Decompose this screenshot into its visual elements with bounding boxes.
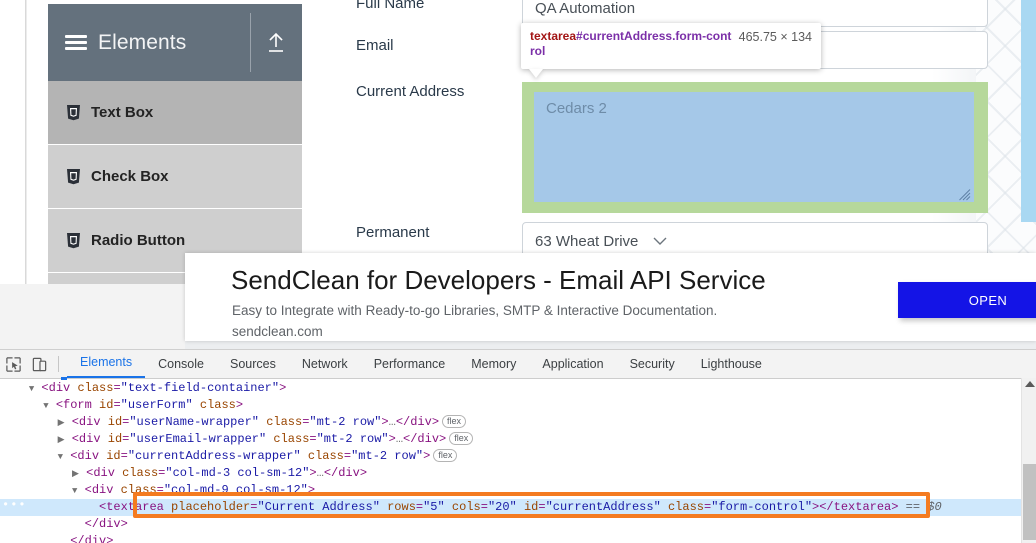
chevron-down-icon (652, 234, 668, 249)
twisty-icon[interactable]: ▶ (58, 435, 65, 445)
scrollbar-thumb[interactable] (1023, 464, 1036, 540)
sidebar-item-label: Check Box (91, 168, 169, 185)
nav-header-divider (250, 13, 251, 72)
tab-memory[interactable]: Memory (458, 351, 529, 378)
html5-shield-icon (66, 104, 81, 121)
tab-security[interactable]: Security (617, 351, 688, 378)
tab-application[interactable]: Application (529, 351, 616, 378)
device-toolbar-icon[interactable] (26, 351, 52, 377)
current-address-label: Current Address (356, 83, 465, 100)
sidebar-item-check-box[interactable]: Check Box (48, 145, 302, 209)
tab-active-indicator (61, 377, 67, 380)
twisty-icon[interactable]: ▼ (43, 401, 48, 411)
ad-url: sendclean.com (232, 324, 323, 339)
dom-tree[interactable]: ▼ <div class="text-field-container"> ▼ <… (0, 379, 1036, 543)
twisty-icon[interactable] (72, 520, 77, 530)
background-blue-strip (1021, 0, 1036, 222)
inspect-tooltip-dimensions: 465.75 × 134 (738, 30, 812, 44)
ad-subtitle: Easy to Integrate with Ready-to-go Libra… (232, 303, 718, 318)
html5-shield-icon (66, 232, 81, 249)
twisty-icon[interactable]: ▼ (72, 486, 77, 496)
permanent-address-label: Permanent (356, 224, 430, 241)
inspect-tooltip: textarea#currentAddress.form-control 465… (521, 23, 821, 69)
devtools-scrollbar[interactable] (1021, 378, 1036, 543)
twisty-icon[interactable] (58, 537, 63, 543)
current-address-textarea-highlight: Cedars 2 (522, 82, 988, 213)
ad-open-button[interactable]: OPEN (898, 282, 1036, 318)
devtools-panel: Elements Console Sources Network Perform… (0, 349, 1036, 543)
twisty-icon[interactable] (86, 503, 91, 513)
devtools-tabs: Elements Console Sources Network Perform… (67, 350, 775, 378)
current-address-textarea[interactable]: Cedars 2 (534, 92, 974, 202)
dom-row[interactable]: ▶ <div id="userName-wrapper" class="mt-2… (0, 414, 1036, 431)
dom-row[interactable]: </div> (0, 516, 1036, 533)
html5-shield-icon (66, 168, 81, 185)
dom-row[interactable]: ▼ <div class="text-field-container"> (0, 380, 1036, 397)
dom-row[interactable]: ▶ <div class="col-md-3 col-sm-12">…</div… (0, 465, 1036, 482)
full-name-label: Full Name (356, 0, 425, 12)
email-label: Email (356, 37, 394, 54)
inspect-tooltip-arrow (529, 69, 543, 78)
inspect-tooltip-tag: textarea (530, 29, 577, 43)
hamburger-icon[interactable] (65, 35, 87, 50)
current-address-placeholder: Cedars 2 (546, 100, 607, 117)
dom-row[interactable]: ▶ <div id="userEmail-wrapper" class="mt-… (0, 431, 1036, 448)
tab-performance[interactable]: Performance (361, 351, 459, 378)
tab-lighthouse[interactable]: Lighthouse (688, 351, 775, 378)
scroll-up-arrow-icon[interactable] (1025, 381, 1035, 387)
tab-sources[interactable]: Sources (217, 351, 289, 378)
flex-badge[interactable]: flex (449, 432, 474, 445)
tab-console[interactable]: Console (145, 351, 217, 378)
resize-grip-icon[interactable] (959, 188, 971, 201)
page-bottom-gap (0, 284, 185, 349)
twisty-icon[interactable]: ▼ (58, 452, 63, 462)
dom-row[interactable]: ▼ <div class="col-md-9 col-sm-12"> (0, 482, 1036, 499)
dom-row[interactable]: ▼ <form id="userForm" class> (0, 397, 1036, 414)
inspect-tooltip-id: #currentAddress (576, 29, 673, 43)
permanent-address-value: 63 Wheat Drive (535, 232, 639, 250)
sidebar-item-label: Radio Button (91, 232, 186, 249)
flex-badge[interactable]: flex (433, 449, 458, 462)
twisty-icon[interactable]: ▶ (58, 418, 65, 428)
upload-arrow-icon[interactable] (263, 30, 289, 56)
screenshot-root: Elements Text Box Check Box Radio Button… (0, 0, 1036, 543)
nav-header-title: Elements (98, 30, 187, 54)
row-ellipsis: ••• (2, 498, 27, 512)
sidebar-item-text-box[interactable]: Text Box (48, 81, 302, 145)
tab-network[interactable]: Network (289, 351, 361, 378)
inspect-tooltip-selector: textarea#currentAddress.form-control (530, 29, 735, 59)
twisty-icon[interactable]: ▼ (29, 384, 34, 394)
devtools-toolbar: Elements Console Sources Network Perform… (0, 350, 1036, 379)
flex-badge[interactable]: flex (442, 415, 467, 428)
page-left-divider-2 (26, 0, 27, 284)
nav-header[interactable]: Elements (48, 4, 302, 81)
inspect-element-icon[interactable] (0, 351, 26, 377)
dom-row[interactable]: ▼ <div id="currentAddress-wrapper" class… (0, 448, 1036, 465)
dom-row-selected[interactable]: ••• <textarea placeholder="Current Addre… (0, 498, 1036, 516)
ad-banner[interactable]: SendClean for Developers - Email API Ser… (185, 253, 1036, 341)
tab-elements[interactable]: Elements (67, 349, 146, 378)
dom-row[interactable]: </div> (0, 533, 1036, 543)
toolbar-divider (58, 356, 59, 372)
ad-title[interactable]: SendClean for Developers - Email API Ser… (231, 265, 766, 296)
sidebar-item-label: Text Box (91, 104, 154, 121)
ad-bottom-gap (185, 341, 1036, 349)
twisty-icon[interactable]: ▶ (72, 469, 79, 479)
